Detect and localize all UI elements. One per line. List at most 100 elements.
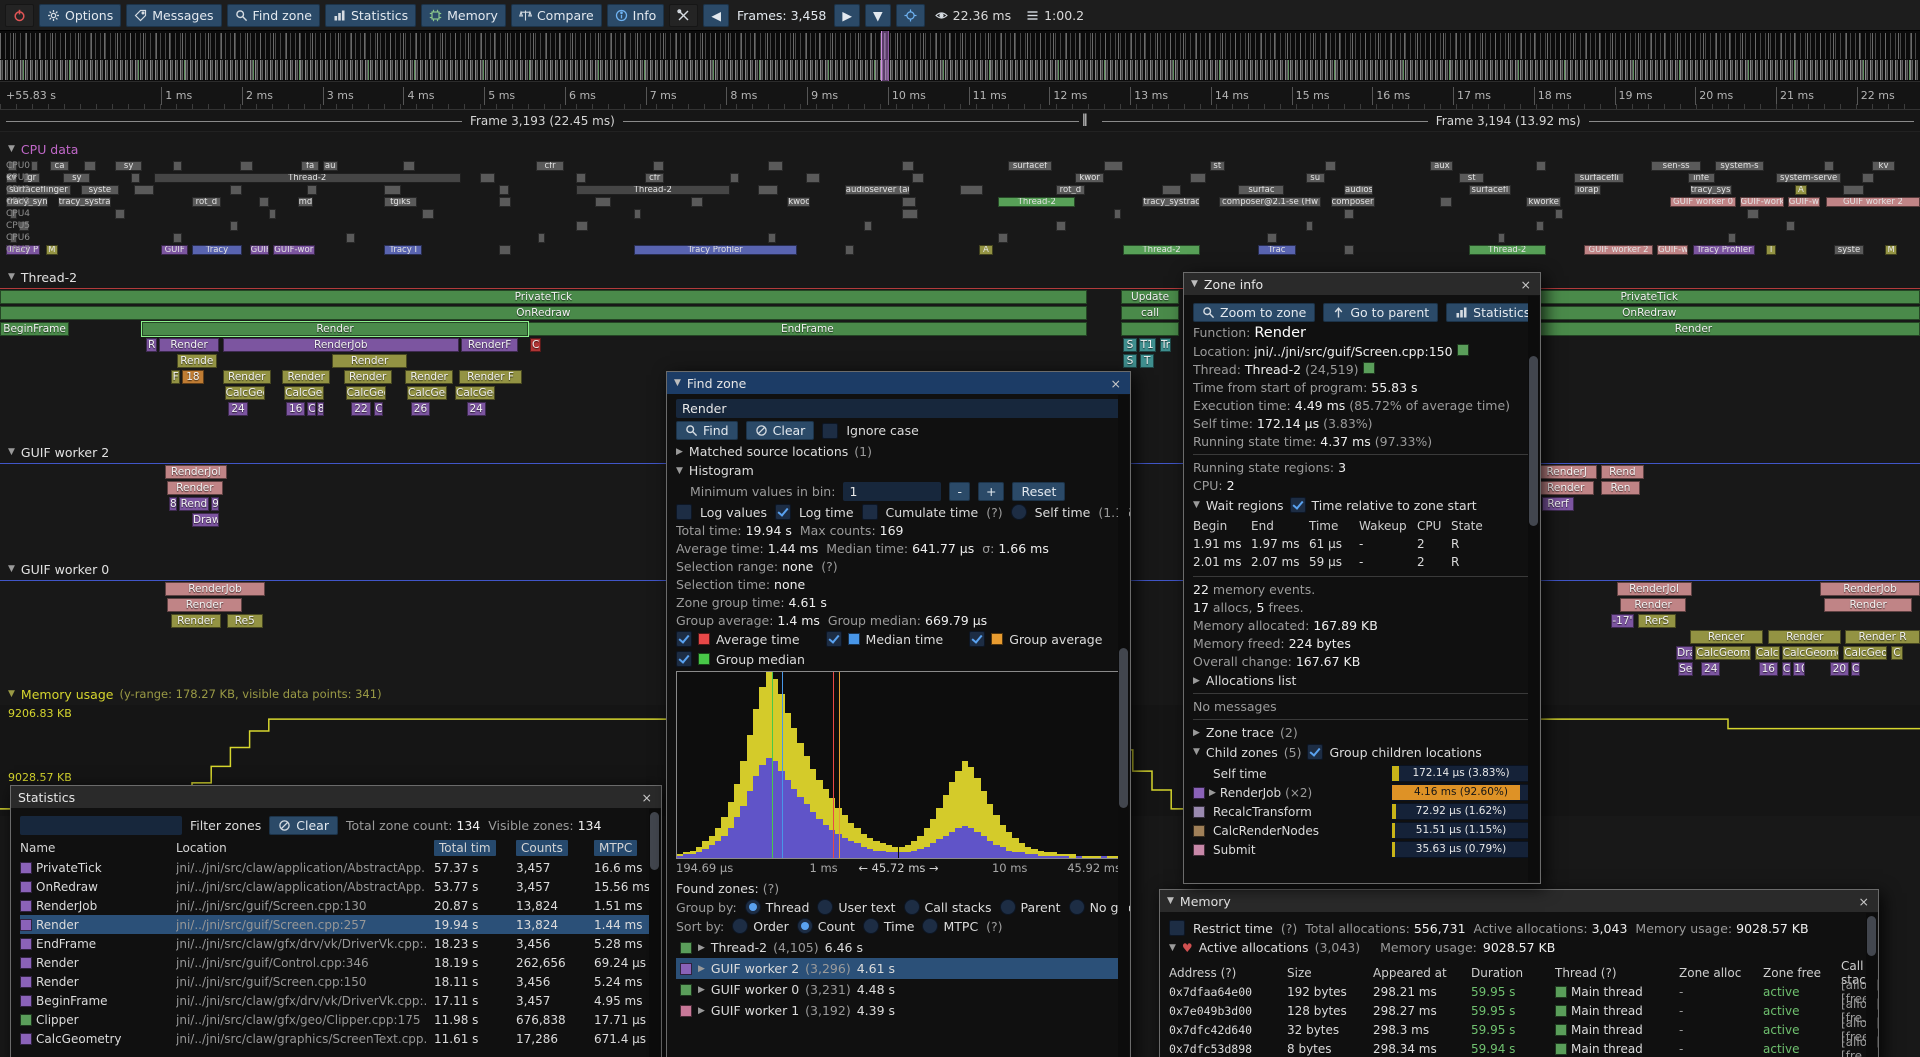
timeline-zone[interactable]: RenderF — [461, 338, 519, 352]
zone-thread[interactable]: Thread: Thread-2 (24,519) — [1193, 362, 1531, 377]
collapse-icon[interactable]: ▼ — [1193, 747, 1200, 757]
active-allocations-section[interactable]: ▼ ♥ Active allocations(3,043) Memory usa… — [1169, 940, 1869, 955]
child-zone-row[interactable]: RecalcTransform 72.92 µs (1.62%) — [1193, 802, 1531, 821]
memory-titlebar[interactable]: ▼ Memory × — [1160, 890, 1878, 912]
timeline-zone[interactable] — [768, 233, 776, 243]
timeline-zone[interactable]: Rencer — [1690, 630, 1763, 644]
histogram-plot[interactable] — [676, 671, 1121, 859]
timeline-zone[interactable] — [768, 161, 783, 171]
timeline-zone[interactable] — [1824, 161, 1834, 171]
collapse-icon[interactable]: ▶ — [698, 1006, 705, 1016]
collapse-icon[interactable]: ▶ — [1193, 728, 1200, 738]
timeline-zone[interactable]: C — [374, 402, 383, 416]
timeline-zone[interactable]: iorap — [1574, 185, 1601, 195]
timeline-zone[interactable]: sen-ss — [1651, 161, 1701, 171]
radio-option[interactable]: Parent — [1000, 899, 1061, 915]
wait-row[interactable]: 2.01 ms2.07 ms59 µs-2R — [1193, 553, 1531, 571]
timeline-zone[interactable]: Thread-2 — [1123, 245, 1200, 255]
collapse-icon[interactable]: ▶ — [698, 943, 705, 953]
timeline-zone[interactable]: md — [298, 197, 313, 207]
go-to-parent-button[interactable]: Go to parent — [1323, 303, 1438, 322]
timeline-zone[interactable] — [806, 173, 819, 183]
timeline-zone[interactable]: 10 — [1793, 662, 1805, 676]
collapse-icon[interactable]: ▼ — [1169, 943, 1176, 953]
timeline-zone[interactable]: T — [1140, 354, 1153, 368]
allocation-row[interactable]: 0x7dfaa64e00 192 bytes 298.21 ms 59.95 s… — [1169, 978, 1869, 997]
ignore-case-checkbox[interactable] — [822, 423, 838, 439]
timeline-zone[interactable] — [84, 161, 96, 171]
zoom-to-zone-button[interactable]: Zoom to zone — [1193, 303, 1315, 322]
timeline-zone[interactable]: kwor — [1075, 173, 1104, 183]
timeline-zone[interactable]: S — [1123, 354, 1136, 368]
table-row[interactable]: OnRedraw jni/../jni/src/claw/application… — [20, 877, 652, 896]
restrict-time-checkbox[interactable] — [1169, 920, 1185, 936]
timeline-zone[interactable] — [691, 197, 703, 207]
scrollbar-thumb[interactable] — [650, 812, 659, 870]
timeline-zone[interactable]: CalcGeo — [407, 386, 447, 400]
radio-option[interactable]: Call stacks — [904, 899, 992, 915]
timeline-zone[interactable]: system-serve — [1776, 173, 1841, 183]
child-zone-row[interactable]: Submit 35.63 µs (0.79%) — [1193, 840, 1531, 859]
tools-button[interactable] — [669, 4, 698, 27]
timeline-zone[interactable] — [31, 161, 39, 171]
frame-segment[interactable]: Frame 3,194 (13.92 ms) — [1102, 110, 1914, 131]
timeline-zone[interactable]: surfac — [1238, 185, 1284, 195]
timeline-zone[interactable]: Thread-2 — [576, 185, 730, 195]
timeline-zone[interactable]: S — [1123, 338, 1136, 352]
timeline-zone[interactable]: 16 — [1759, 662, 1778, 676]
timeline-zone[interactable]: composer@2.1-se (Hw — [1219, 197, 1321, 207]
allocation-row[interactable]: 0x7dfc42d640 32 bytes 298.3 ms 59.95 s M… — [1169, 1016, 1869, 1035]
timeline-zone[interactable] — [576, 221, 588, 231]
timeline-zone[interactable] — [1306, 221, 1314, 231]
compare-button[interactable]: Compare — [511, 4, 602, 27]
scrollbar-thumb[interactable] — [1119, 648, 1128, 808]
timeline-zone[interactable]: audioserver (audio — [845, 185, 910, 195]
allocation-row[interactable]: 0x7e049b3d00 128 bytes 298.27 ms 59.95 s… — [1169, 997, 1869, 1016]
timeline-zone[interactable] — [730, 173, 740, 183]
table-row[interactable]: EndFrame jni/../jni/src/claw/gfx/drv/vk/… — [20, 934, 652, 953]
timeline-zone[interactable]: 9 — [211, 497, 219, 511]
timeline-zone[interactable]: aux — [1430, 161, 1453, 171]
timeline-zone[interactable]: cfr — [536, 161, 565, 171]
search-input[interactable]: Render — [676, 399, 1121, 418]
frame-set-button[interactable]: ▼ — [865, 4, 891, 27]
timeline-zone[interactable]: Render R — [1845, 630, 1920, 644]
timeline-zone[interactable]: composer@ — [1331, 197, 1375, 207]
timeline-zone[interactable] — [403, 161, 415, 171]
table-row[interactable]: Render jni/../jni/src/guif/Control.cpp:3… — [20, 953, 652, 972]
timeline-zone[interactable] — [499, 197, 511, 207]
radio-option[interactable]: Time — [863, 918, 915, 934]
timeline-zone[interactable]: OnRedraw — [0, 306, 1087, 320]
collapse-icon[interactable]: ▶ — [1209, 788, 1216, 798]
legend-item[interactable]: Average time — [676, 631, 800, 647]
timeline-zone[interactable] — [1786, 221, 1796, 231]
decrement-button[interactable]: - — [949, 482, 970, 501]
child-zone-row[interactable]: ▶ RenderJob (×2) 4.16 ms (92.60%) — [1193, 783, 1531, 802]
self-time-radio[interactable] — [1011, 504, 1027, 520]
timeline-zone[interactable] — [1728, 233, 1736, 243]
timeline-zone[interactable]: GUIF — [161, 245, 188, 255]
timeline-zone[interactable]: sy — [115, 161, 142, 171]
find-zone-button[interactable]: Find zone — [227, 4, 320, 27]
column-mtpc[interactable]: MTPC — [594, 840, 637, 856]
collapse-icon[interactable]: ▼ — [8, 564, 15, 574]
statistics-button[interactable]: Statistics — [325, 4, 416, 27]
scrollbar[interactable] — [649, 809, 660, 1057]
timeline-zone[interactable] — [1747, 209, 1759, 219]
collapse-icon[interactable]: ▼ — [676, 466, 683, 476]
time-relative-checkbox[interactable] — [1290, 497, 1306, 513]
timeline-zone[interactable] — [653, 161, 665, 171]
cpu-data-header[interactable]: ▼CPU data — [0, 138, 1920, 160]
timeline-zone[interactable]: Thread-2 — [1469, 245, 1546, 255]
timeline-zone[interactable]: CalcGeo — [346, 386, 386, 400]
timeline-zone[interactable] — [480, 173, 495, 183]
find-zone-titlebar[interactable]: ▼ Find zone × — [667, 372, 1130, 394]
timeline-zone[interactable]: syste — [1834, 245, 1865, 255]
timeline-zone[interactable]: CalcGeo — [455, 386, 495, 400]
close-icon[interactable]: × — [1519, 277, 1533, 292]
child-zone-row[interactable]: Self time 172.14 µs (3.83%) — [1193, 764, 1531, 783]
timeline-zone[interactable]: -17' — [1611, 614, 1634, 628]
table-row[interactable]: CalcGeometry jni/../jni/src/claw/graphic… — [20, 1029, 652, 1048]
timeline-zone[interactable]: CalcGeomet — [1782, 646, 1840, 660]
timeline-zone[interactable] — [902, 209, 917, 219]
